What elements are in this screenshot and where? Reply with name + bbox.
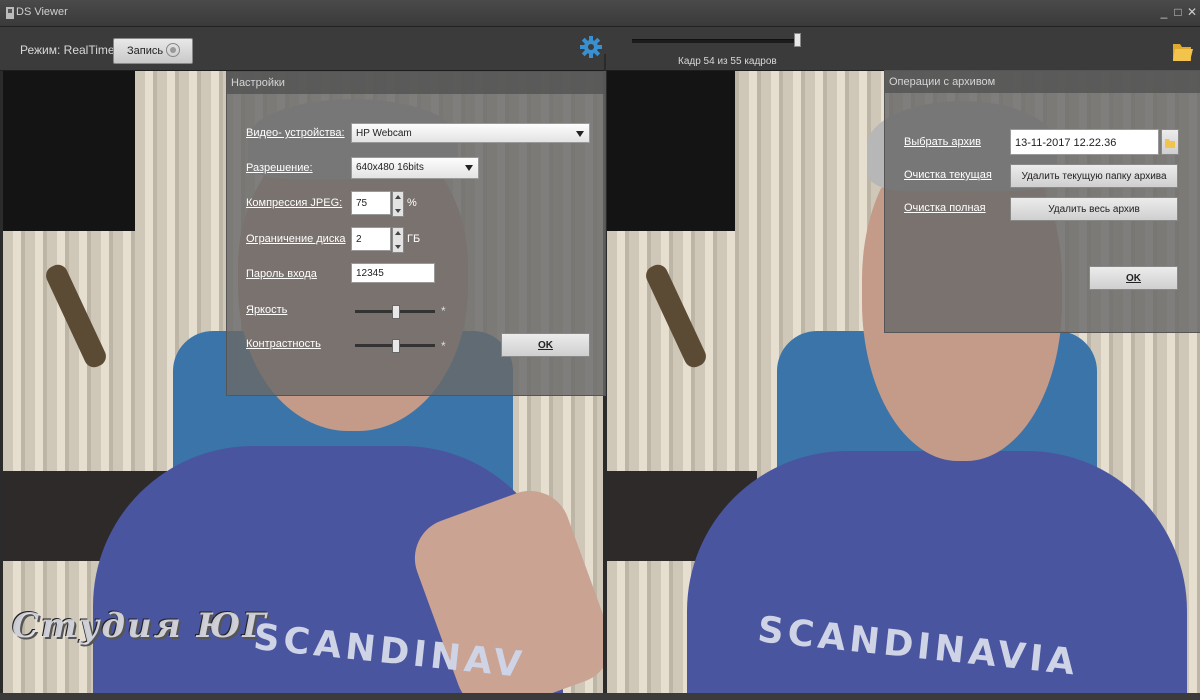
password-label: Пароль входа (246, 268, 317, 280)
record-icon (166, 43, 180, 57)
settings-panel-header: Настройки (227, 72, 605, 94)
disk-limit-label: Ограничение диска (246, 233, 346, 245)
tv-shape (607, 71, 735, 231)
archive-panel-header: Операции с архивом (885, 71, 1200, 93)
frame-counter: Кадр 54 из 55 кадров (678, 56, 777, 67)
close-button[interactable]: ✕ (1186, 5, 1198, 19)
title-bar: DS Viewer _ □ ✕ (0, 0, 1200, 27)
gear-icon[interactable] (579, 35, 603, 59)
record-button[interactable]: Запись (113, 38, 193, 64)
window-title: DS Viewer (16, 6, 68, 18)
archive-title: Операции с архивом (889, 76, 996, 88)
clear-full-label: Очистка полная (904, 202, 986, 214)
folder-icon[interactable] (1171, 38, 1193, 64)
delete-current-folder-button[interactable]: Удалить текущую папку архива (1010, 164, 1178, 188)
settings-ok-button[interactable]: OK (501, 333, 590, 357)
jpeg-compression-spinner[interactable] (392, 191, 404, 217)
archive-select-input[interactable]: 13-11-2017 12.22.36 (1010, 129, 1159, 155)
contrast-label: Контрастность (246, 338, 321, 350)
resolution-select[interactable]: 640x480 16bits (351, 157, 479, 179)
studio-watermark: Студия ЮГ (12, 606, 268, 646)
maximize-button[interactable]: □ (1172, 5, 1184, 19)
frame-slider-track[interactable] (632, 39, 800, 43)
video-device-select[interactable]: HP Webcam (351, 123, 590, 143)
frame-slider-thumb[interactable] (793, 33, 801, 47)
brightness-label: Яркость (246, 304, 288, 316)
resolution-label: Разрешение: (246, 162, 313, 174)
disk-limit-spinner[interactable] (392, 227, 404, 253)
browse-archive-button[interactable] (1161, 129, 1179, 155)
jpeg-compression-input[interactable]: 75 (351, 191, 391, 215)
archive-ok-button[interactable]: OK (1089, 266, 1178, 290)
settings-panel: Настройки Видео- устройства: HP Webcam Р… (226, 71, 606, 396)
brightness-slider-thumb[interactable] (392, 305, 400, 319)
resolution-value: 640x480 16bits (356, 162, 424, 173)
record-button-label: Запись (127, 45, 164, 57)
disk-unit: ГБ (407, 233, 421, 245)
password-input[interactable]: 12345 (351, 263, 435, 283)
status-bar (0, 693, 1200, 700)
app-icon (6, 7, 14, 19)
tv-shape (3, 71, 135, 231)
mode-label: Режим: RealTime (20, 43, 115, 57)
folder-icon (1165, 139, 1175, 148)
settings-title: Настройки (231, 77, 285, 89)
contrast-slider-thumb[interactable] (392, 339, 400, 353)
jpeg-compression-label: Компрессия JPEG: (246, 197, 343, 209)
delete-all-archive-button[interactable]: Удалить весь архив (1010, 197, 1178, 221)
contrast-reset[interactable]: * (441, 339, 446, 353)
brightness-reset[interactable]: * (441, 304, 446, 318)
chevron-down-icon (576, 131, 584, 137)
minimize-button[interactable]: _ (1158, 5, 1170, 19)
video-device-label: Видео- устройства: (246, 127, 345, 139)
video-device-value: HP Webcam (356, 128, 412, 139)
jpeg-unit: % (407, 197, 417, 209)
chevron-down-icon (465, 165, 473, 171)
disk-limit-input[interactable]: 2 (351, 227, 391, 251)
clear-current-label: Очистка текущая (904, 169, 992, 181)
archive-panel: Операции с архивом Выбрать архив 13-11-2… (884, 70, 1200, 333)
select-archive-label: Выбрать архив (904, 136, 981, 148)
